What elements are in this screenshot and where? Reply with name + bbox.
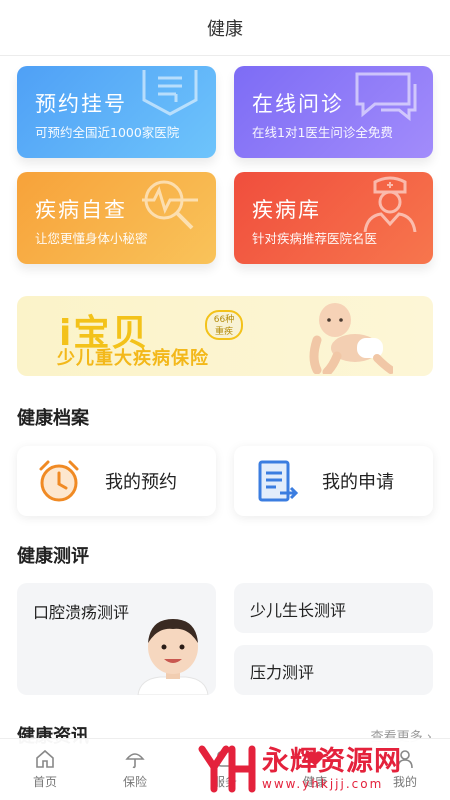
health-records-title: 健康档案 [17,408,89,429]
ibaby-insurance-banner[interactable]: i宝贝 66种 重疾 少儿重大疾病保险 [17,296,433,376]
top-bar: 健康 [0,0,450,56]
watermark-url: www.yhkjjj.com [262,777,384,791]
my-appointment-button[interactable]: 我的预约 [17,446,216,516]
watermark-logo [198,745,256,793]
eval-label: 少儿生长测评 [250,601,347,620]
site-watermark: 永辉资源网 www.yhkjjj.com [198,744,438,794]
child-image [137,619,209,695]
watermark-main-text: 永辉资源网 [262,746,402,777]
card-subtitle: 可预约全国近1000家医院 [35,125,180,140]
card-subtitle: 在线1对1医生问诊全免费 [252,125,393,140]
my-application-button[interactable]: 我的申请 [234,446,433,516]
disease-library-card[interactable]: 疾病库 针对疾病推荐医院名医 [234,172,433,264]
tab-insurance[interactable]: 保险 [90,739,180,800]
banner-badge: 66种 重疾 [205,310,243,340]
page-title: 健康 [207,18,243,40]
doctor-icon [363,176,417,232]
chat-bubble-icon [355,72,417,122]
banner-subtitle: 少儿重大疾病保险 [57,348,209,369]
card-title: 疾病库 [252,198,321,222]
health-eval-title: 健康测评 [17,546,89,567]
oral-ulcer-eval-card[interactable]: 口腔溃疡测评 [17,583,216,695]
card-title: 疾病自查 [35,198,127,222]
banner-badge-line2: 重疾 [214,327,233,337]
record-label: 我的申请 [322,472,394,493]
eval-label: 压力测评 [250,663,315,682]
card-subtitle: 让您更懂身体小秘密 [35,231,148,246]
document-export-icon [258,460,299,502]
child-growth-eval-card[interactable]: 少儿生长测评 [234,583,433,633]
banner-badge-line1: 66种 [213,315,235,325]
record-label: 我的预约 [105,472,177,493]
stress-eval-card[interactable]: 压力测评 [234,645,433,695]
registration-number-icon [142,70,198,116]
tab-home[interactable]: 首页 [0,739,90,800]
registration-card[interactable]: 预约挂号 可预约全国近1000家医院 [17,66,216,158]
home-icon [36,749,54,768]
online-consult-card[interactable]: 在线问诊 在线1对1医生问诊全免费 [234,66,433,158]
card-subtitle: 针对疾病推荐医院名医 [252,231,378,246]
card-title: 预约挂号 [35,92,127,116]
eval-label: 口腔溃疡测评 [33,603,130,622]
umbrella-icon [125,753,145,769]
alarm-clock-icon [39,460,79,502]
self-check-card[interactable]: 疾病自查 让您更懂身体小秘密 [17,172,216,264]
card-title: 在线问诊 [252,92,344,116]
magnifier-pulse-icon [142,180,198,230]
baby-image [309,303,393,374]
tab-label: 保险 [122,775,147,789]
tab-label: 首页 [32,775,57,789]
